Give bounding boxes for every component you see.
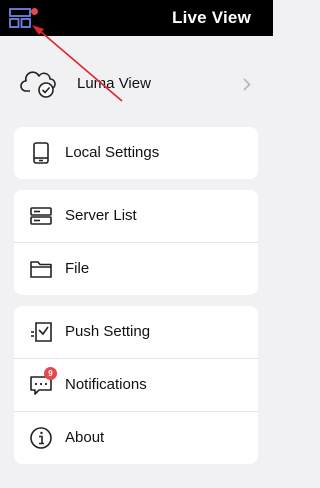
- misc-card: Push Setting 9 Notifications About: [14, 306, 258, 464]
- page-title: Live View: [172, 8, 251, 27]
- cloud-view-label: Luma View: [77, 75, 151, 92]
- layout-menu-button[interactable]: [6, 4, 38, 32]
- menu-item-about[interactable]: About: [14, 411, 258, 464]
- menu-item-server-list[interactable]: Server List: [14, 190, 258, 242]
- menu-item-push-setting[interactable]: Push Setting: [14, 306, 258, 358]
- menu-item-local-settings[interactable]: Local Settings: [14, 127, 258, 179]
- menu-item-label: Notifications: [65, 376, 147, 393]
- cloud-view-row[interactable]: Luma View: [0, 54, 273, 114]
- new-dot-indicator: [31, 8, 38, 15]
- push-setting-icon: [31, 322, 52, 342]
- server-icon: [30, 207, 52, 225]
- settings-card: Local Settings: [14, 127, 258, 179]
- menu-item-label: File: [65, 260, 90, 277]
- top-bar: Live View: [0, 0, 273, 36]
- menu-item-label: Server List: [65, 207, 137, 224]
- cloud-check-icon: [20, 71, 56, 98]
- layout-grid-icon: [9, 8, 31, 28]
- menu-item-label: Push Setting: [65, 323, 151, 340]
- tablet-icon: [33, 142, 49, 164]
- chevron-right-icon: [243, 78, 251, 91]
- folder-icon: [30, 261, 52, 278]
- menu-item-label: About: [65, 429, 105, 446]
- menu-item-file[interactable]: File: [14, 242, 258, 295]
- server-file-card: Server List File: [14, 190, 258, 295]
- info-icon: [30, 427, 52, 449]
- menu-item-label: Local Settings: [65, 144, 160, 161]
- menu-item-notifications[interactable]: 9 Notifications: [14, 358, 258, 411]
- notification-count-badge: 9: [44, 367, 57, 380]
